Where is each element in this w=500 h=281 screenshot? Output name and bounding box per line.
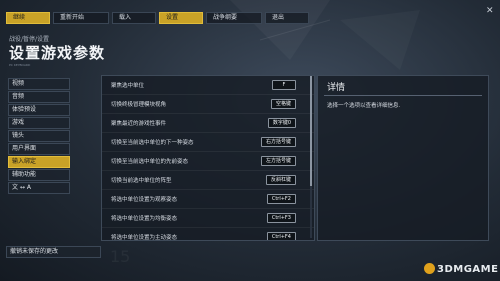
setting-label: 聚焦最近的游戏性事件 [111, 121, 167, 127]
tab-exit[interactable]: 退出 [265, 12, 309, 24]
tab-war-summary[interactable]: 战争纲要 [206, 12, 262, 24]
tab-continue[interactable]: 继续 [6, 12, 50, 24]
setting-row[interactable]: 将选中单位设置为均衡姿态 Ctrl+F3 [102, 209, 314, 228]
scrollbar-thumb[interactable] [310, 76, 312, 186]
setting-label: 将选中单位设置为观察姿态 [111, 197, 178, 203]
keybind-button[interactable]: 左方括号键 [260, 156, 296, 166]
keybind-button[interactable]: 空格键 [270, 99, 296, 109]
setting-row[interactable]: 切换当前选中单位的阵型 反斜杠键 [102, 171, 314, 190]
keybind-button[interactable]: Ctrl+F4 [266, 232, 296, 240]
settings-list: 聚焦选中单位 F 切换终极冒理模块视角 空格键 聚焦最近的游戏性事件 数字键0 … [101, 75, 315, 241]
sidebar-item-experience-preset[interactable]: 体验预设 [8, 104, 70, 116]
keybind-button[interactable]: F [272, 80, 296, 90]
details-divider [324, 95, 482, 96]
details-text: 选择一个选项以查看详细信息. [327, 103, 401, 109]
setting-label: 切换终极冒理模块视角 [111, 102, 167, 108]
sidebar-item-user-interface[interactable]: 用户界面 [8, 143, 70, 155]
undo-changes-button[interactable]: 撤销未保存的更改 [6, 246, 101, 258]
setting-label: 切换至当前选中单位的下一种姿态 [111, 140, 194, 146]
tab-restart[interactable]: 重新开始 [53, 12, 109, 24]
tab-load[interactable]: 载入 [112, 12, 156, 24]
setting-row[interactable]: 切换至当前选中单位的先前姿态 左方括号键 [102, 152, 314, 171]
svg-text:15: 15 [110, 247, 130, 266]
setting-row[interactable]: 将选中单位设置为主动姿态 Ctrl+F4 [102, 228, 314, 241]
setting-label: 切换当前选中单位的阵型 [111, 178, 172, 184]
setting-row[interactable]: 切换终极冒理模块视角 空格键 [102, 95, 314, 114]
sidebar-item-video[interactable]: 视频 [8, 78, 70, 90]
keybind-button[interactable]: Ctrl+F2 [266, 194, 296, 204]
keybind-button[interactable]: 右方括号键 [260, 137, 296, 147]
close-icon[interactable]: ✕ [486, 6, 494, 16]
sidebar-item-game[interactable]: 游戏 [8, 117, 70, 129]
details-title: 详情 [327, 83, 346, 93]
top-nav: 继续 重新开始 载入 设置 战争纲要 退出 [6, 12, 309, 24]
setting-row[interactable]: 将选中单位设置为观察姿态 Ctrl+F2 [102, 190, 314, 209]
watermark: 3DMGAME [424, 263, 498, 275]
setting-row[interactable]: 聚焦最近的游戏性事件 数字键0 [102, 114, 314, 133]
sidebar-item-accessibility[interactable]: 辅助功能 [8, 169, 70, 181]
sidebar-item-input-bindings[interactable]: 输入绑定 [8, 156, 70, 168]
setting-label: 聚焦选中单位 [111, 83, 145, 89]
keybind-button[interactable]: 数字键0 [267, 118, 296, 128]
sidebar-item-language[interactable]: 文 ↔ A [8, 182, 70, 194]
settings-scrollbar[interactable] [310, 76, 312, 238]
details-panel: 详情 选择一个选项以查看详细信息. [317, 75, 489, 241]
keybind-button[interactable]: 反斜杠键 [265, 175, 296, 185]
watermark-text: 3DMGAME [437, 264, 499, 275]
sidebar-item-camera[interactable]: 镜头 [8, 130, 70, 142]
page-title: 设置游戏参数 [9, 44, 106, 62]
setting-row[interactable]: 聚焦选中单位 F [102, 76, 314, 95]
tab-settings[interactable]: 设置 [159, 12, 203, 24]
setting-label: 将选中单位设置为均衡姿态 [111, 216, 178, 222]
setting-label: 将选中单位设置为主动姿态 [111, 235, 178, 241]
setting-label: 切换至当前选中单位的先前姿态 [111, 159, 189, 165]
watermark-logo-icon [424, 263, 435, 274]
setting-row[interactable]: 切换至当前选中单位的下一种姿态 右方括号键 [102, 133, 314, 152]
sidebar-item-audio[interactable]: 音频 [8, 91, 70, 103]
page-subtitle: PC KEYBOARD [9, 63, 31, 67]
keybind-button[interactable]: Ctrl+F3 [266, 213, 296, 223]
sidebar: 视频 音频 体验预设 游戏 镜头 用户界面 输入绑定 辅助功能 文 ↔ A [8, 78, 70, 195]
